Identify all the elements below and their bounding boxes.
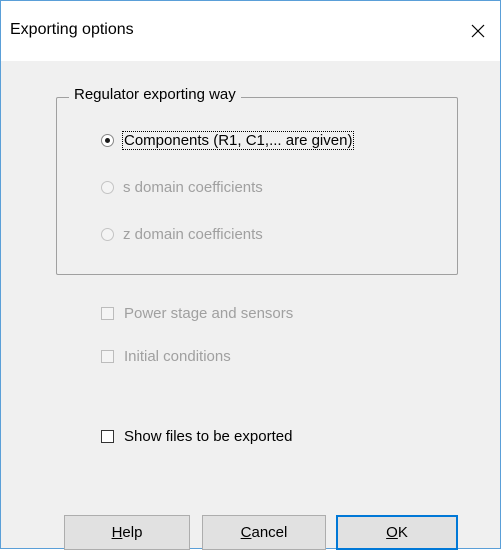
ok-button[interactable]: OK <box>336 515 458 550</box>
cancel-button[interactable]: Cancel <box>202 515 326 550</box>
checkbox-box[interactable] <box>101 430 114 443</box>
radio-components-label: Components (R1, C1,... are given) <box>121 131 355 150</box>
radio-button-selected[interactable] <box>101 134 114 147</box>
close-button[interactable] <box>461 15 495 47</box>
checkbox-box[interactable] <box>101 350 114 363</box>
title-bar: Exporting options <box>1 1 500 61</box>
radio-s-domain[interactable]: s domain coefficients <box>101 179 263 196</box>
radio-s-domain-label: s domain coefficients <box>123 179 263 196</box>
ok-mnemonic: O <box>386 524 398 541</box>
checkbox-initial-conditions-label: Initial conditions <box>124 348 231 365</box>
groupbox-label: Regulator exporting way <box>69 86 241 103</box>
checkbox-box[interactable] <box>101 307 114 320</box>
checkbox-show-files[interactable]: Show files to be exported <box>101 428 292 445</box>
close-icon <box>471 24 485 38</box>
help-button[interactable]: Help <box>64 515 190 550</box>
radio-z-domain[interactable]: z domain coefficients <box>101 226 263 243</box>
checkbox-initial-conditions[interactable]: Initial conditions <box>101 348 231 365</box>
radio-button[interactable] <box>101 228 114 241</box>
checkbox-power-stage[interactable]: Power stage and sensors <box>101 305 293 322</box>
help-label-rest: elp <box>122 524 143 541</box>
help-mnemonic: H <box>111 524 123 541</box>
radio-z-domain-label: z domain coefficients <box>123 226 263 243</box>
cancel-mnemonic: C <box>240 524 252 541</box>
radio-button[interactable] <box>101 181 114 194</box>
radio-components[interactable]: Components (R1, C1,... are given) <box>101 131 355 150</box>
ok-label-rest: K <box>397 524 408 541</box>
window-title: Exporting options <box>10 21 134 38</box>
checkbox-show-files-label: Show files to be exported <box>124 428 293 445</box>
checkbox-power-stage-label: Power stage and sensors <box>124 305 294 322</box>
cancel-label-rest: ancel <box>251 524 288 541</box>
